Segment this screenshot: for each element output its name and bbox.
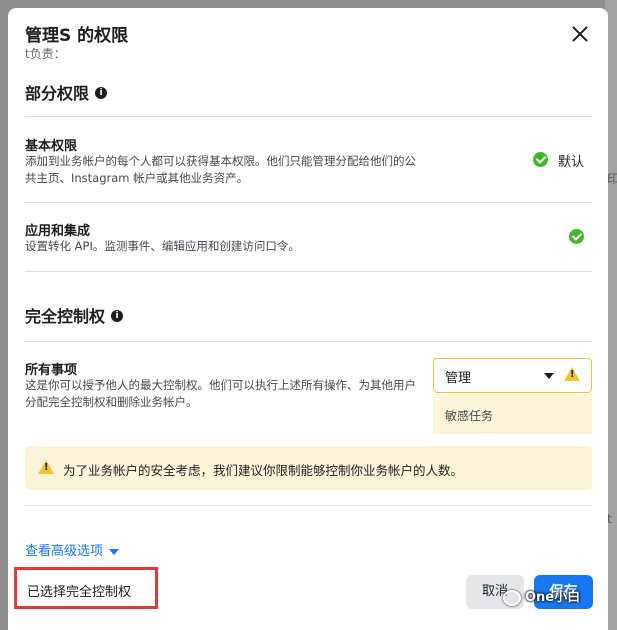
check-icon[interactable] — [569, 229, 584, 244]
dialog-title: 管理S 的权限 — [25, 26, 129, 46]
permissions-dialog: 管理S 的权限 t负责： 部分权限 i 基本权限 添加到业务帐户的每个人都可以获得… — [8, 8, 608, 630]
wechat-icon — [503, 589, 521, 606]
security-warning-banner: 为了业务帐户的安全考虑，我们建议你限制能够控制你业务帐户的人数。 — [25, 446, 592, 490]
divider — [25, 505, 592, 506]
apps-integrations-description: 设置转化 API。监测事件、编辑应用和创建访问口令。 — [25, 239, 300, 253]
watermark-text: One小白 — [525, 590, 581, 605]
divider — [25, 116, 592, 117]
full-control-title: 完全控制权 — [25, 307, 106, 326]
role-select[interactable]: 管理 — [433, 358, 592, 393]
basic-permission-title: 基本权限 — [25, 139, 78, 154]
divider — [25, 271, 592, 272]
watermark: One小白 — [503, 586, 580, 606]
role-select-value: 管理 — [445, 371, 472, 386]
advanced-options-label: 查看高级选项 — [25, 544, 104, 559]
info-icon[interactable]: i — [111, 309, 124, 322]
check-icon[interactable] — [533, 152, 548, 167]
selection-status-highlight: 已选择完全控制权 — [14, 567, 158, 609]
advanced-options-link[interactable]: 查看高级选项 — [25, 540, 120, 559]
sensitive-tasks-label: 敏感任务 — [445, 409, 494, 423]
chevron-down-icon — [109, 548, 120, 555]
background-text-fragment: t — [607, 512, 612, 526]
background-text-fragment: 印 — [607, 172, 617, 186]
all-tasks-description: 这是你可以授予他人的最大控制权。他们可以执行上述所有操作、为其他用户分配完全控制… — [25, 378, 416, 409]
close-icon[interactable] — [570, 24, 590, 44]
info-icon[interactable]: i — [95, 86, 108, 99]
warning-icon — [564, 367, 580, 381]
partial-permissions-title: 部分权限 — [25, 84, 90, 103]
divider — [25, 341, 592, 342]
dialog-subtitle: t负责： — [25, 47, 66, 61]
basic-permission-description: 添加到业务帐户的每个人都可以获得基本权限。他们只能管理分配给他们的公共主页、In… — [25, 154, 416, 185]
divider — [25, 202, 592, 203]
apps-integrations-title: 应用和集成 — [25, 224, 91, 239]
security-warning-text: 为了业务帐户的安全考虑，我们建议你限制能够控制你业务帐户的人数。 — [63, 463, 464, 478]
selection-status-text: 已选择完全控制权 — [27, 585, 132, 600]
partial-permissions-heading: 部分权限 i — [25, 80, 108, 104]
default-label: 默认 — [558, 155, 585, 170]
full-control-heading: 完全控制权 i — [25, 303, 124, 327]
chevron-down-icon — [544, 373, 554, 379]
warning-icon — [38, 460, 54, 474]
sensitive-tasks-tag: 敏感任务 — [433, 394, 592, 434]
all-tasks-title: 所有事项 — [25, 363, 78, 378]
